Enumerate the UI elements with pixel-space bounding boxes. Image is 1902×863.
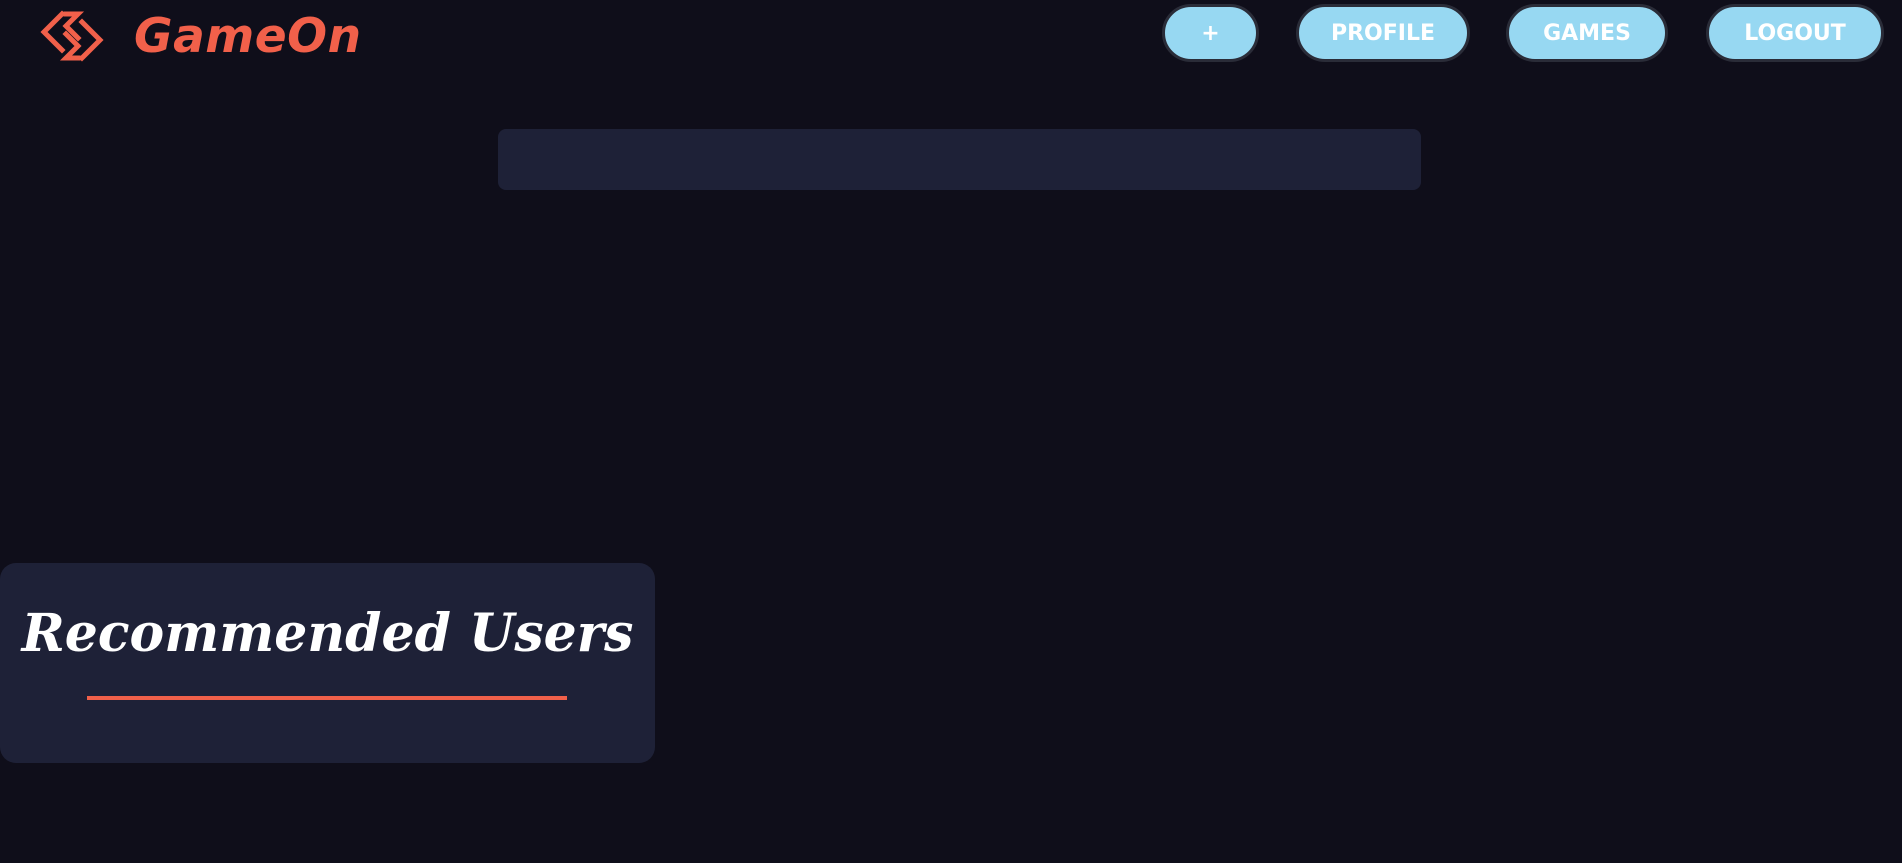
profile-button[interactable]: PROFILE [1296,4,1470,62]
title-underline [87,696,567,700]
recommended-users-title: Recommended Users [21,603,634,664]
add-button[interactable]: + [1162,4,1259,62]
brand-logo-link[interactable]: GameOn [36,8,362,64]
brand-name: GameOn [134,8,362,64]
games-button[interactable]: GAMES [1506,4,1668,62]
page: GameOn + PROFILE GAMES LOGOUT Recommende… [0,0,1902,863]
recommended-users-panel: Recommended Users [0,563,655,763]
gameon-logo-icon [40,10,104,62]
search-input[interactable] [498,129,1421,190]
logout-button[interactable]: LOGOUT [1706,4,1884,62]
